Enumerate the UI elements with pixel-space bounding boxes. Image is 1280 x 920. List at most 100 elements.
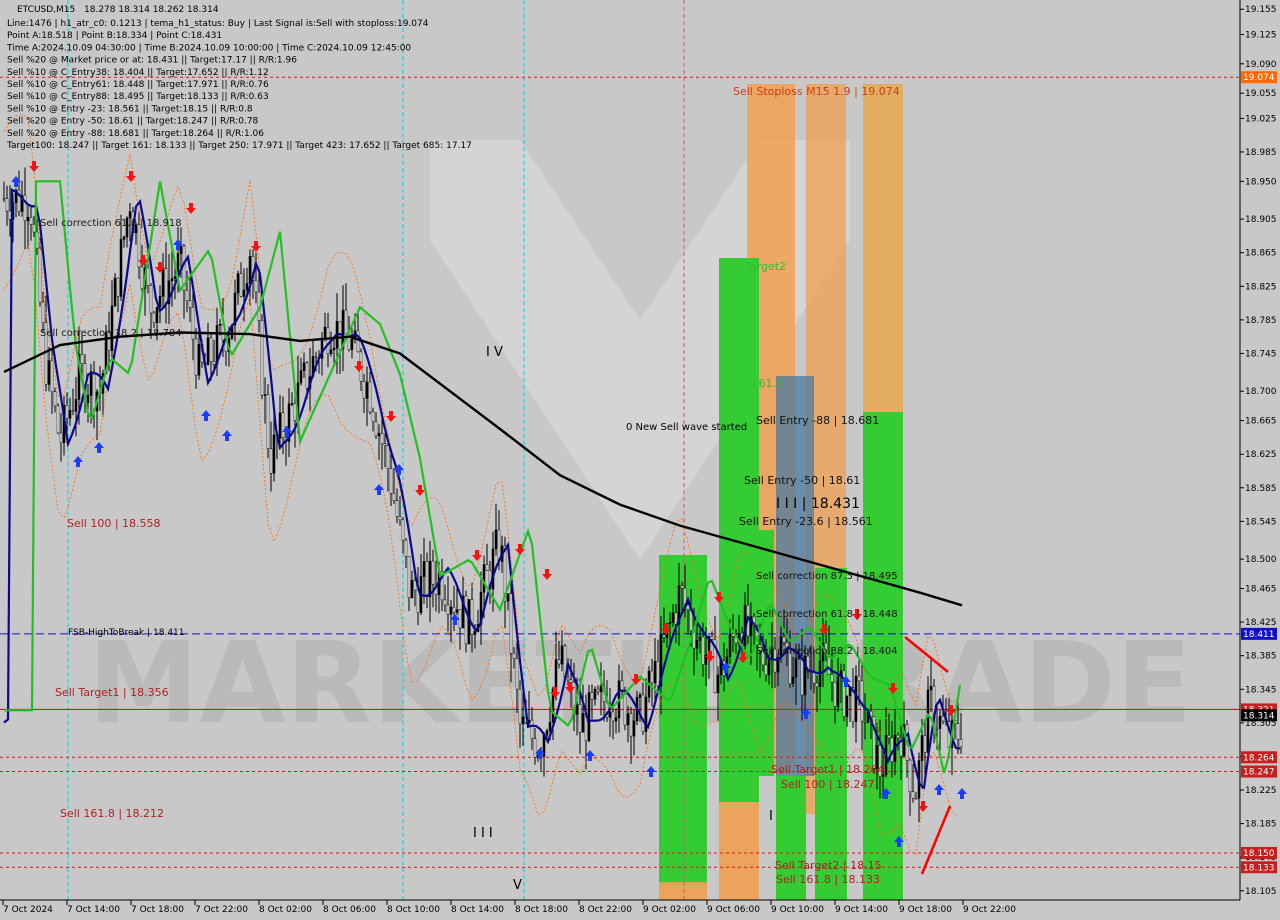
corr-618-label: Sell correction 61.8 | 18.448 [756,609,898,620]
candle-body [728,633,732,657]
candle-body [401,519,405,541]
y-tick-label: 18.585 [1245,484,1277,494]
candle-body [263,394,267,396]
info-line: Time A:2024.10.09 04:30:00 | Time B:2024… [6,43,411,53]
candle-body [626,713,630,726]
candle-body [575,704,579,715]
candle-body [530,719,534,739]
candle-body [671,612,675,623]
candle-body [245,283,249,291]
x-tick-label: 7 Oct 22:00 [195,905,248,915]
candle-body [269,448,273,474]
candle-body [185,289,189,301]
candle-body [386,445,390,469]
candle-body [701,636,705,665]
candle-body [533,738,537,758]
candle-body [680,585,684,589]
candle-body [908,759,912,792]
wave-iv-label: I V [486,345,503,360]
candle-body [470,599,474,635]
x-tick-label: 7 Oct 18:00 [131,905,184,915]
candle-body [485,564,489,571]
candle-body [431,560,435,585]
candle-body [425,561,429,598]
candle-body [926,689,930,753]
candle-body [632,720,636,737]
candle-body [188,300,192,308]
candle-body [860,680,864,722]
y-tick-label: 18.345 [1245,685,1277,695]
candle-body [458,609,462,629]
candle-body [197,344,201,376]
candle-body [686,604,690,610]
y-tick-label: 18.745 [1245,349,1277,359]
candle-body [446,604,450,615]
candle-body [68,410,72,419]
candle-body [497,529,501,562]
candle-body [956,723,960,740]
candle-body [323,326,327,339]
candle-body [599,685,603,693]
y-tick-label: 19.090 [1245,60,1277,70]
candle-body [47,360,51,385]
candle-body [2,197,6,200]
candle-body [767,659,771,676]
candle-body [857,675,861,682]
x-tick-label: 7 Oct 14:00 [67,905,120,915]
price-tag-text-fsb: 18.411 [1243,630,1275,640]
candle-body [194,338,198,376]
price-tag-text-target-133: 18.133 [1243,863,1275,873]
info-line: Target100: 18.247 || Target 161: 18.133 … [6,141,472,151]
candle-body [614,717,618,722]
x-tick-label: 9 Oct 18:00 [899,905,952,915]
wave-iii-label: I I I [473,826,493,841]
candle-body [356,330,360,353]
candle-body [653,661,657,684]
candle-body [428,560,432,598]
candle-body [443,599,447,606]
candle-body [620,680,624,691]
candle-body [581,713,585,733]
candle-body [404,539,408,557]
candle-body [596,688,600,693]
candle-body [59,432,63,443]
x-tick-label: 9 Oct 02:00 [643,905,696,915]
candle-body [74,399,78,412]
candle-body [113,277,117,307]
candle-body [512,653,516,659]
candle-body [452,606,456,613]
candle-body [464,595,468,645]
candle-body [896,734,900,739]
candle-body [80,353,84,364]
candle-body [545,730,549,736]
x-tick-label: 8 Oct 18:00 [515,905,568,915]
corr-382-label: Sell correction 38.2 | 18.404 [756,646,898,657]
candle-body [38,247,42,303]
sell-target1-left-label: Sell Target1 | 18.356 [55,686,169,699]
candle-body [206,337,210,365]
y-tick-label: 18.700 [1245,387,1277,397]
candle-body [608,711,612,718]
y-tick-label: 18.625 [1245,450,1277,460]
price-tag-text-target-247: 18.247 [1243,768,1275,778]
candle-body [656,661,660,687]
wave-i-label: I [769,809,773,824]
candle-body [332,347,336,351]
candle-body [119,239,123,297]
wave-v-label: V [513,878,522,893]
candle-body [815,682,819,687]
candle-body [239,273,243,297]
candle-body [260,320,264,396]
sell-161-left-label: Sell 161.8 | 18.212 [60,807,164,820]
candle-body [218,323,222,326]
candle-body [50,360,54,392]
y-tick-label: 18.465 [1245,585,1277,595]
candle-body [920,735,924,761]
y-tick-label: 18.905 [1245,215,1277,225]
x-tick-label: 9 Oct 06:00 [707,905,760,915]
candle-body [863,720,867,723]
candle-body [146,267,150,286]
target2-label: Target2 [744,260,786,273]
target2-right-label: Sell Target2 | 18.15 [775,859,882,872]
y-tick-label: 18.785 [1245,316,1277,326]
